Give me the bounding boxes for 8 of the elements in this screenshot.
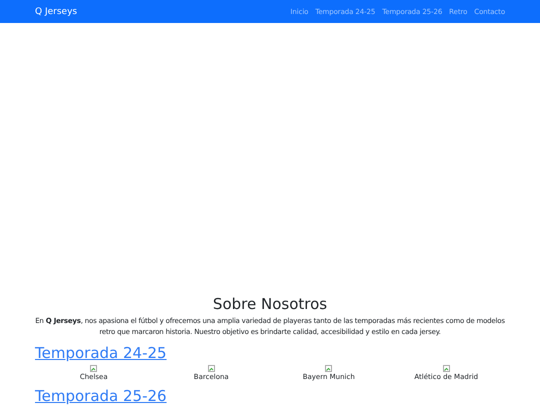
broken-image-icon: [325, 365, 332, 372]
broken-image-icon: [208, 365, 215, 372]
season-link[interactable]: Temporada 25-26: [35, 387, 167, 405]
brand-logo[interactable]: Q Jerseys: [35, 6, 78, 16]
broken-image-icon: [90, 365, 98, 372]
season-link[interactable]: Temporada 24-25: [35, 344, 167, 362]
broken-image-icon: [442, 365, 450, 372]
section-title: Sobre Nosotros: [212, 295, 328, 313]
